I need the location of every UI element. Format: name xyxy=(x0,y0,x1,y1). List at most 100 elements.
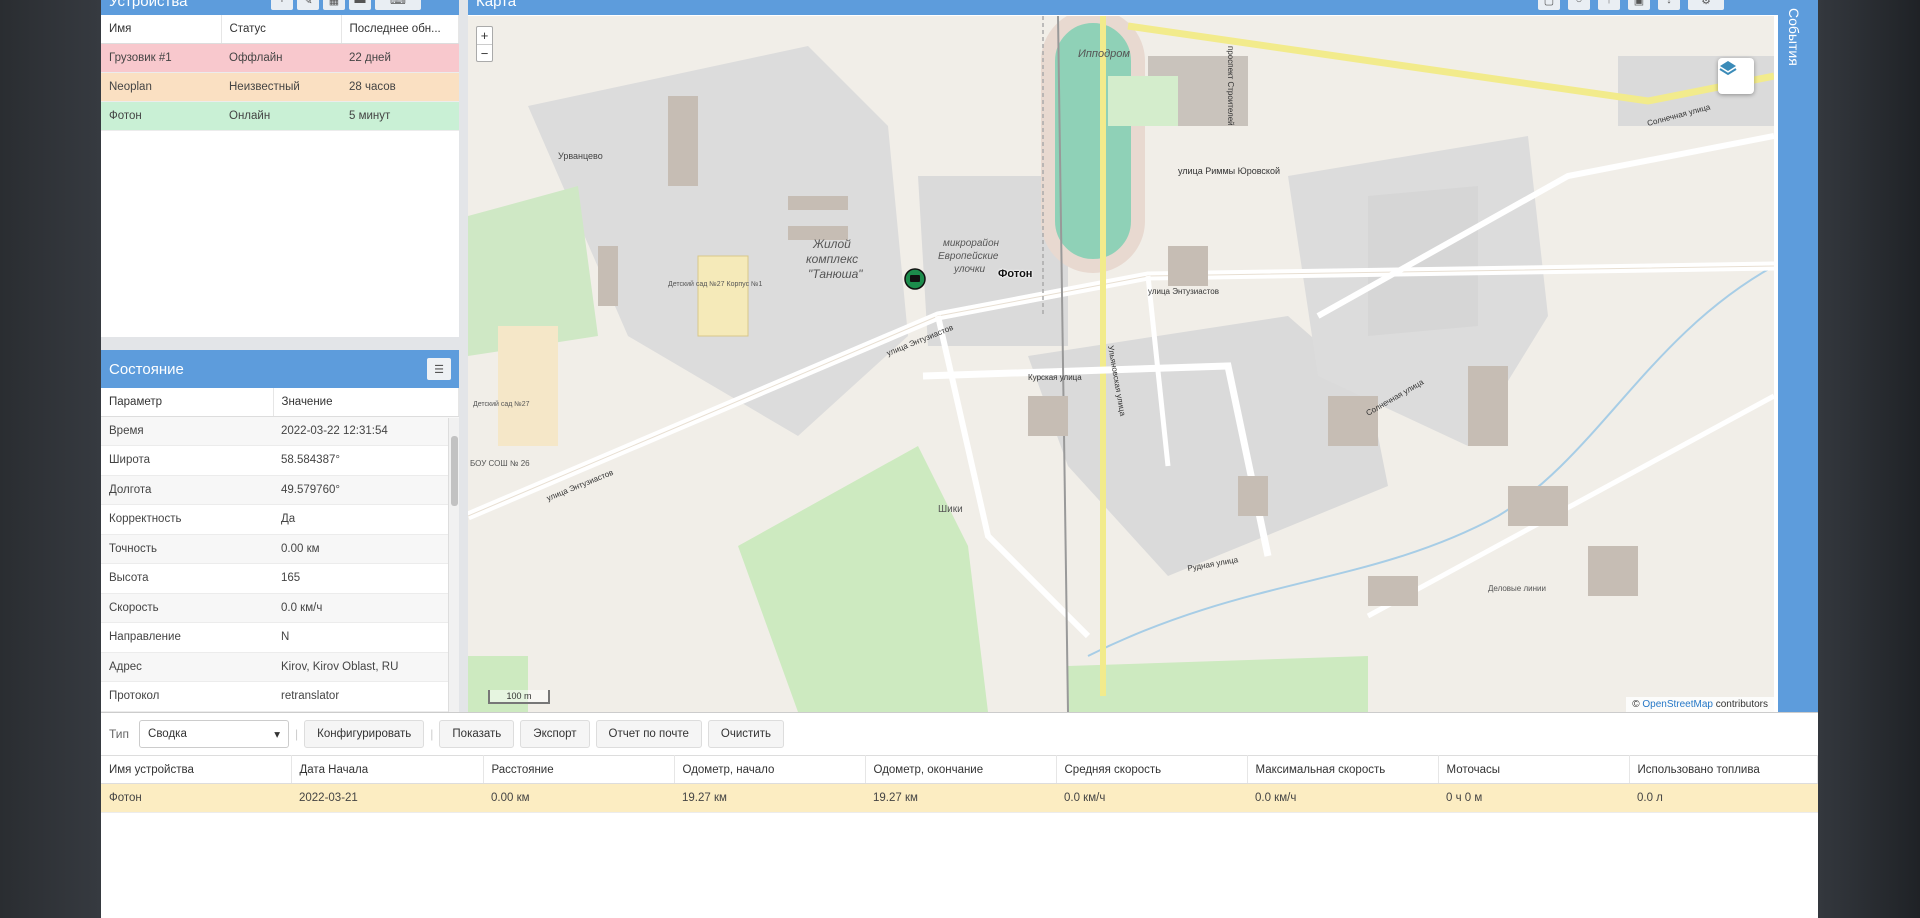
map-tool-button[interactable]: ⚙ xyxy=(1688,0,1724,10)
map-tool-button[interactable]: ↓ xyxy=(1658,0,1680,10)
clear-button[interactable]: Очистить xyxy=(707,720,784,748)
remove-device-button[interactable]: ▬ xyxy=(349,0,371,10)
zoom-out-button[interactable]: − xyxy=(477,44,492,61)
map-label: Детский сад №27 xyxy=(473,400,530,408)
map-header: Карта ▢ ○ ↑ ▣ ↓ ⚙ xyxy=(468,0,1778,15)
trash-icon: ▬ xyxy=(354,0,366,6)
state-header: Состояние ☰ xyxy=(101,350,459,388)
state-scrollbar[interactable] xyxy=(448,418,459,712)
layers-icon xyxy=(1719,61,1737,76)
email-report-button[interactable]: Отчет по почте xyxy=(595,720,702,748)
attribution-link[interactable]: OpenStreetMap xyxy=(1642,699,1713,710)
device-row[interactable]: Neoplan Неизвестный 28 часов xyxy=(101,72,459,102)
report-max-speed: 0.0 км/ч xyxy=(1247,783,1438,813)
column-last-update[interactable]: Последнее обн... xyxy=(341,15,459,44)
map-view[interactable]: Ипподром Урванцево Жилой комплекс "Танюш… xyxy=(468,16,1774,712)
column-value[interactable]: Значение xyxy=(273,388,459,417)
column-odometer-start[interactable]: Одометр, начало xyxy=(674,755,866,784)
device-name: Фотон xyxy=(101,101,221,131)
state-row[interactable]: Время 2022-03-22 12:31:54 xyxy=(101,416,459,446)
zoom-control: + − xyxy=(476,26,493,62)
background-right xyxy=(1818,0,1920,918)
device-status: Онлайн xyxy=(221,101,341,131)
column-start-date[interactable]: Дата Начала xyxy=(291,755,484,784)
report-row[interactable]: Фотон 2022-03-21 0.00 км 19.27 км 19.27 … xyxy=(101,783,1818,813)
param-name: Направление xyxy=(101,622,273,653)
map-label: улочки xyxy=(953,264,986,275)
column-distance[interactable]: Расстояние xyxy=(483,755,675,784)
map-label: микрорайон xyxy=(943,238,1000,249)
map-tool-button[interactable]: ▣ xyxy=(1628,0,1650,10)
column-status[interactable]: Статус xyxy=(221,15,342,44)
map-label: комплекс xyxy=(806,252,858,266)
export-button[interactable]: Экспорт xyxy=(520,720,590,748)
column-engine-hours[interactable]: Моточасы xyxy=(1438,755,1630,784)
edit-device-button[interactable]: ✎ xyxy=(297,0,319,10)
layers-button[interactable] xyxy=(1718,58,1754,94)
square-icon: ▢ xyxy=(1543,0,1555,7)
app-window: Устройства + ✎ ▦ ▬ ⌨ Имя Статус Последне… xyxy=(101,0,1818,918)
zoom-in-button[interactable]: + xyxy=(477,27,492,44)
param-name: Протокол xyxy=(101,681,273,712)
map-label: Курская улица xyxy=(1028,373,1082,382)
panel-splitter-vertical[interactable] xyxy=(459,0,468,712)
map-attribution: © OpenStreetMap contributors xyxy=(1626,697,1774,712)
column-max-speed[interactable]: Максимальная скорость xyxy=(1247,755,1439,784)
attribution-suffix: contributors xyxy=(1712,699,1768,710)
show-button[interactable]: Показать xyxy=(439,720,515,748)
state-row[interactable]: Протокол retranslator xyxy=(101,681,459,712)
devices-panel: Устройства + ✎ ▦ ▬ ⌨ Имя Статус Последне… xyxy=(101,0,459,339)
column-odometer-end[interactable]: Одометр, окончание xyxy=(865,755,1057,784)
toolbar-separator: | xyxy=(430,727,434,741)
column-device-name[interactable]: Имя устройства xyxy=(101,755,292,784)
report-start-date: 2022-03-21 xyxy=(291,783,483,813)
report-distance: 0.00 км xyxy=(483,783,674,813)
map-tool-button[interactable]: ○ xyxy=(1568,0,1590,10)
map-tool-button[interactable]: ▢ xyxy=(1538,0,1560,10)
column-parameter[interactable]: Параметр xyxy=(101,388,274,417)
param-value: 58.584387° xyxy=(273,445,459,476)
state-row[interactable]: Направление N xyxy=(101,622,459,653)
param-value: 2022-03-22 12:31:54 xyxy=(273,416,459,446)
device-name: Грузовик #1 xyxy=(101,43,221,73)
pin-icon: ↑ xyxy=(1606,0,1612,6)
commands-button[interactable]: ⌨ xyxy=(375,0,421,10)
map-label: Деловые линии xyxy=(1488,584,1546,593)
param-name: Корректность xyxy=(101,504,273,535)
events-panel[interactable]: События xyxy=(1778,0,1818,712)
state-row[interactable]: Точность 0.00 км xyxy=(101,534,459,564)
state-row[interactable]: Адрес Kirov, Kirov Oblast, RU xyxy=(101,652,459,682)
report-type-select[interactable]: Сводка ▾ xyxy=(139,720,290,748)
device-row[interactable]: Фотон Онлайн 5 минут xyxy=(101,101,459,131)
param-value: Да xyxy=(273,504,459,535)
map-title: Карта xyxy=(476,0,517,10)
column-fuel-used[interactable]: Использовано топлива xyxy=(1629,755,1818,784)
column-average-speed[interactable]: Средняя скорость xyxy=(1056,755,1248,784)
type-label: Тип xyxy=(109,727,130,741)
param-value: 165 xyxy=(273,563,459,594)
state-row[interactable]: Широта 58.584387° xyxy=(101,445,459,476)
report-engine-hours: 0 ч 0 м xyxy=(1438,783,1629,813)
geofence-button[interactable]: ▦ xyxy=(323,0,345,10)
param-value: 49.579760° xyxy=(273,475,459,505)
panel-splitter-horizontal[interactable] xyxy=(101,337,459,350)
map-canvas: Ипподром Урванцево Жилой комплекс "Танюш… xyxy=(468,16,1774,712)
device-row[interactable]: Грузовик #1 Оффлайн 22 дней xyxy=(101,43,459,73)
state-row[interactable]: Высота 165 xyxy=(101,563,459,594)
state-row[interactable]: Долгота 49.579760° xyxy=(101,475,459,505)
report-odometer-start: 19.27 км xyxy=(674,783,865,813)
state-row[interactable]: Скорость 0.0 км/ч xyxy=(101,593,459,623)
device-last-update: 5 минут xyxy=(341,101,459,131)
reports-table: Имя устройства Дата Начала Расстояние Од… xyxy=(101,755,1818,813)
column-name[interactable]: Имя xyxy=(101,15,222,44)
state-row[interactable]: Корректность Да xyxy=(101,504,459,535)
add-device-button[interactable]: + xyxy=(271,0,293,10)
vehicle-label: Фотон xyxy=(998,268,1033,280)
gear-icon: ⚙ xyxy=(1701,0,1711,7)
scrollbar-thumb[interactable] xyxy=(451,436,458,506)
circle-icon: ○ xyxy=(1575,0,1583,6)
state-menu-button[interactable]: ☰ xyxy=(427,358,451,380)
configure-button[interactable]: Конфигурировать xyxy=(304,720,425,748)
param-value: Kirov, Kirov Oblast, RU xyxy=(273,652,459,682)
map-tool-button[interactable]: ↑ xyxy=(1598,0,1620,10)
